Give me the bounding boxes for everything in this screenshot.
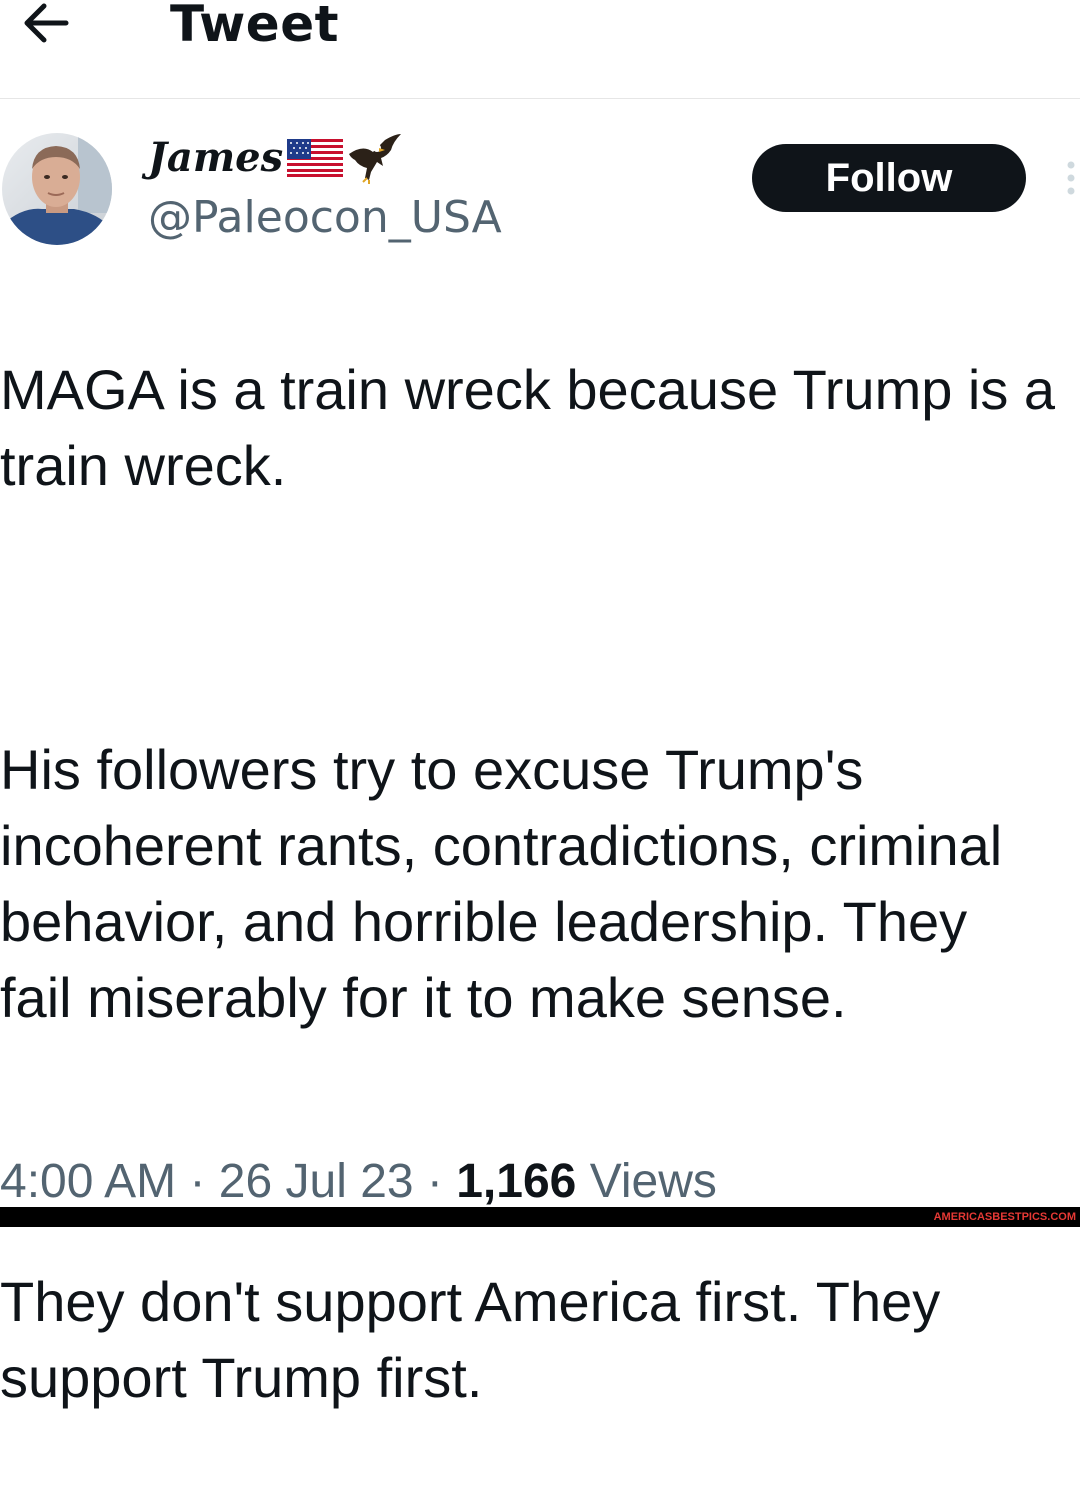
watermark-bar: AMERICASBESTPICS.COM — [0, 1207, 1080, 1227]
tweet-text: MAGA is a train wreck because Trump is a… — [0, 276, 1080, 1492]
meta-separator: · — [413, 1155, 457, 1208]
tweet-paragraph: MAGA is a train wreck because Trump is a… — [0, 358, 1056, 497]
display-name-text: James — [148, 134, 284, 181]
more-vertical-icon[interactable] — [1062, 160, 1080, 196]
views-label: Views — [589, 1155, 717, 1208]
tweet-time[interactable]: 4:00 AM — [0, 1155, 176, 1208]
arrow-left-icon[interactable] — [20, 0, 72, 46]
tweet-paragraph: They don't support America first. They s… — [0, 1270, 941, 1409]
eagle-icon — [349, 134, 402, 184]
us-flag-icon — [287, 139, 344, 177]
tweet-paragraph: His followers try to excuse Trump's inco… — [0, 738, 1003, 1029]
meta-separator: · — [176, 1155, 219, 1208]
tweet-date[interactable]: 26 Jul 23 — [219, 1155, 414, 1208]
follow-button[interactable]: Follow — [752, 144, 1026, 212]
user-handle[interactable]: @Paleocon_USA — [148, 190, 502, 246]
page-title: Tweet — [170, 0, 340, 53]
tweet-meta: 4:00 AM · 26 Jul 23 · 1,166 Views — [0, 1150, 717, 1214]
display-name[interactable]: James — [148, 130, 403, 186]
watermark-text: AMERICASBESTPICS.COM — [933, 1211, 1076, 1223]
top-bar: Tweet — [0, 0, 1080, 99]
views-count[interactable]: 1,166 — [456, 1155, 576, 1208]
avatar[interactable] — [2, 133, 112, 245]
